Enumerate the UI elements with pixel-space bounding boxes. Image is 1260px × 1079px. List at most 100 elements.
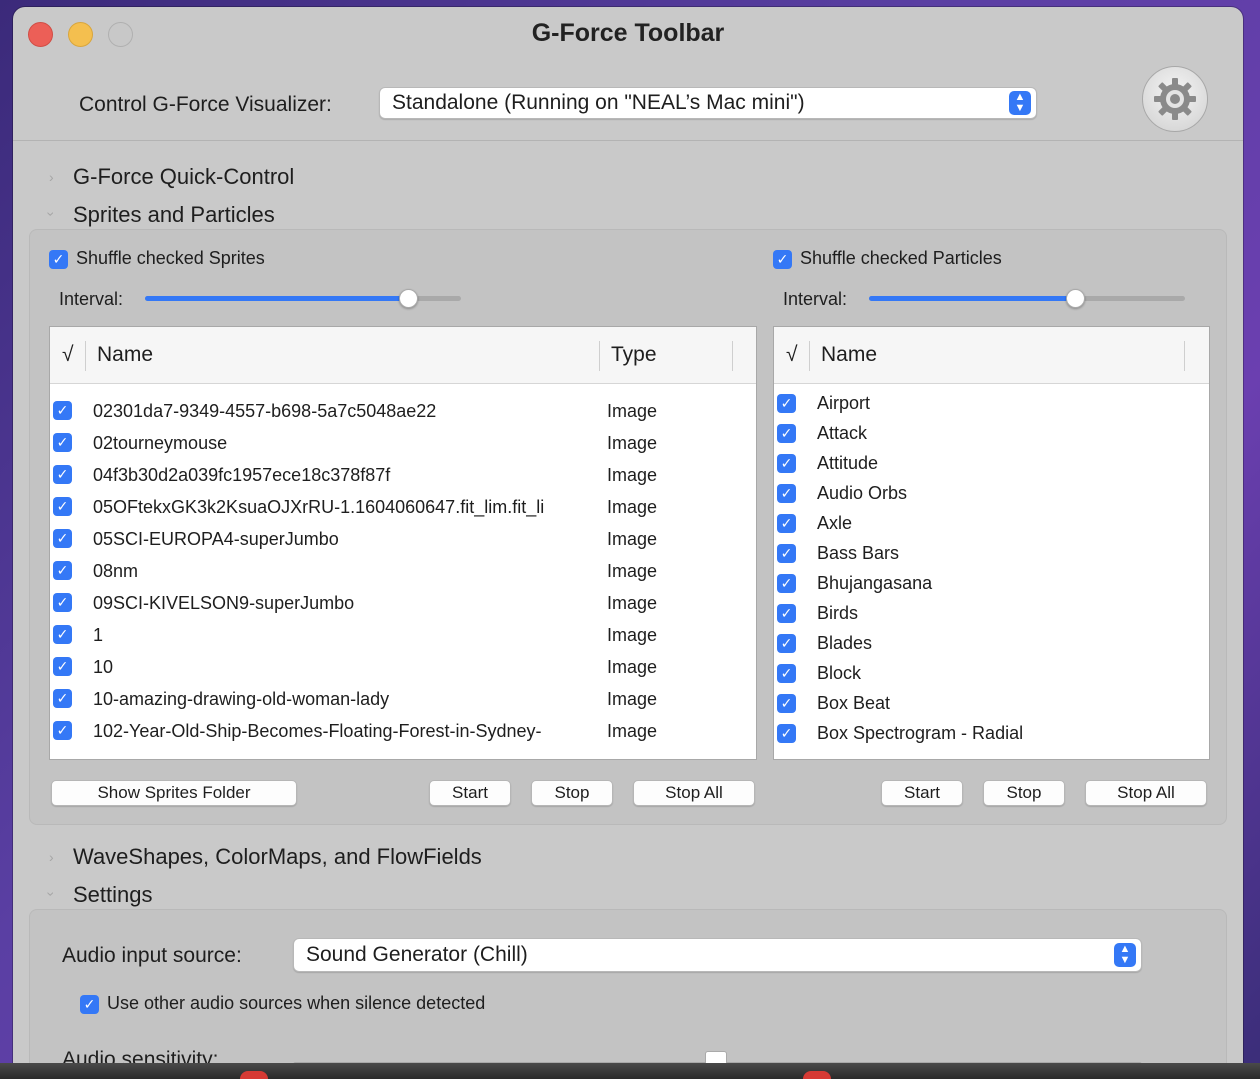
particles-interval-knob[interactable] — [1066, 289, 1085, 308]
column-divider — [732, 341, 733, 371]
dock-app-icon[interactable] — [803, 1071, 831, 1079]
particle-name: Audio Orbs — [817, 483, 908, 503]
preferences-gear-button[interactable] — [1142, 66, 1208, 132]
table-row[interactable]: ✓ 1 Image — [50, 619, 756, 651]
sprites-start-button[interactable]: Start — [429, 780, 511, 806]
table-row[interactable]: ✓ 09SCI-KIVELSON9-superJumbo Image — [50, 587, 756, 619]
row-checkbox[interactable]: ✓ — [53, 561, 72, 580]
chevron-right-icon[interactable]: › — [49, 169, 54, 185]
sprite-name: 102-Year-Old-Ship-Becomes-Floating-Fores… — [93, 721, 542, 741]
section-quick-control[interactable]: G-Force Quick-Control — [73, 164, 294, 190]
audio-input-select[interactable]: Sound Generator (Chill) ▲ ▼ — [293, 938, 1142, 972]
particles-table[interactable]: √ Name ✓ Airport ✓ Attack ✓ Attitude ✓ Audio Or… — [773, 326, 1210, 760]
row-checkbox[interactable]: ✓ — [53, 593, 72, 612]
row-checkbox[interactable]: ✓ — [777, 424, 796, 443]
list-item[interactable]: ✓ Attack — [774, 419, 1209, 449]
list-item[interactable]: ✓ Block — [774, 659, 1209, 689]
sprite-type: Image — [607, 529, 658, 549]
list-item[interactable]: ✓ Bhujangasana — [774, 569, 1209, 599]
row-checkbox[interactable]: ✓ — [777, 634, 796, 653]
table-row[interactable]: ✓ 04f3b30d2a039fc1957ece18c378f87f Image — [50, 459, 756, 491]
shuffle-particles-label: Shuffle checked Particles — [800, 248, 1002, 268]
row-checkbox[interactable]: ✓ — [53, 625, 72, 644]
sprites-stop-button[interactable]: Stop — [531, 780, 613, 806]
column-header-check[interactable]: √ — [786, 343, 798, 367]
row-checkbox[interactable]: ✓ — [53, 689, 72, 708]
table-row[interactable]: ✓ 08nm Image — [50, 555, 756, 587]
sprite-name: 10-amazing-drawing-old-woman-lady — [93, 689, 390, 709]
column-header-check[interactable]: √ — [62, 343, 74, 367]
column-header-name[interactable]: Name — [821, 343, 877, 367]
list-item[interactable]: ✓ Airport — [774, 389, 1209, 419]
sprites-interval-knob[interactable] — [399, 289, 418, 308]
table-row[interactable]: ✓ 05SCI-EUROPA4-superJumbo Image — [50, 523, 756, 555]
list-item[interactable]: ✓ Audio Orbs — [774, 479, 1209, 509]
column-divider — [809, 341, 810, 371]
row-checkbox[interactable]: ✓ — [53, 497, 72, 516]
table-row[interactable]: ✓ 05OFtekxGK3k2KsuaOJXrRU-1.1604060647.fi… — [50, 491, 756, 523]
sprites-stop-all-button[interactable]: Stop All — [633, 780, 755, 806]
row-checkbox[interactable]: ✓ — [53, 401, 72, 420]
particle-name: Blades — [817, 633, 873, 653]
table-row[interactable]: ✓ 10 Image — [50, 651, 756, 683]
list-item[interactable]: ✓ Birds — [774, 599, 1209, 629]
row-checkbox[interactable]: ✓ — [777, 544, 796, 563]
column-header-name[interactable]: Name — [97, 343, 153, 367]
particles-start-button[interactable]: Start — [881, 780, 963, 806]
shuffle-sprites-checkbox[interactable]: ✓ Shuffle checked Sprites — [49, 248, 265, 269]
particle-name: Axle — [817, 513, 853, 533]
particle-name: Birds — [817, 603, 859, 623]
row-checkbox[interactable]: ✓ — [53, 657, 72, 676]
row-checkbox[interactable]: ✓ — [53, 433, 72, 452]
row-checkbox[interactable]: ✓ — [53, 529, 72, 548]
table-row[interactable]: ✓ 02tourneymouse Image — [50, 427, 756, 459]
section-sprites-particles[interactable]: Sprites and Particles — [73, 202, 275, 228]
table-row[interactable]: ✓ 02301da7-9349-4557-b698-5a7c5048ae22 Ima… — [50, 395, 756, 427]
chevron-down-icon[interactable]: › — [43, 212, 59, 217]
row-checkbox[interactable]: ✓ — [53, 721, 72, 740]
control-visualizer-row: Control G-Force Visualizer: Standalone (… — [13, 87, 1243, 127]
list-item[interactable]: ✓ Axle — [774, 509, 1209, 539]
chevron-down-icon[interactable]: › — [43, 892, 59, 897]
list-item[interactable]: ✓ Blades — [774, 629, 1209, 659]
sprite-type: Image — [607, 593, 658, 613]
row-checkbox[interactable]: ✓ — [777, 724, 796, 743]
control-visualizer-select[interactable]: Standalone (Running on "NEAL’s Mac mini"… — [379, 87, 1037, 119]
row-checkbox[interactable]: ✓ — [53, 465, 72, 484]
table-row[interactable]: ✓ 10-amazing-drawing-old-woman-lady Image — [50, 683, 756, 715]
show-sprites-folder-button[interactable]: Show Sprites Folder — [51, 780, 297, 806]
dock-app-icon[interactable] — [240, 1071, 268, 1079]
chevron-right-icon[interactable]: › — [49, 849, 54, 865]
desktop-dock-edge — [0, 1063, 1260, 1079]
row-checkbox[interactable]: ✓ — [777, 664, 796, 683]
list-item[interactable]: ✓ Box Beat — [774, 689, 1209, 719]
chevron-updown-icon: ▲ ▼ — [1114, 943, 1136, 967]
sprites-table[interactable]: √ Name Type ✓ 02301da7-9349-4557-b698-5a7… — [49, 326, 757, 760]
list-item[interactable]: ✓ Bass Bars — [774, 539, 1209, 569]
table-row[interactable]: ✓ 102-Year-Old-Ship-Becomes-Floating-Fore… — [50, 715, 756, 747]
silence-fallback-checkbox[interactable]: ✓ Use other audio sources when silence de… — [80, 993, 485, 1014]
row-checkbox[interactable]: ✓ — [777, 394, 796, 413]
shuffle-particles-checkbox[interactable]: ✓ Shuffle checked Particles — [773, 248, 1002, 269]
row-checkbox[interactable]: ✓ — [777, 694, 796, 713]
section-waveshapes[interactable]: WaveShapes, ColorMaps, and FlowFields — [73, 844, 482, 870]
particle-name: Bass Bars — [817, 543, 900, 563]
particles-interval-slider[interactable] — [869, 289, 1185, 308]
sprite-name: 09SCI-KIVELSON9-superJumbo — [93, 593, 355, 613]
particles-stop-button[interactable]: Stop — [983, 780, 1065, 806]
list-item[interactable]: ✓ Box Spectrogram - Radial — [774, 719, 1209, 749]
row-checkbox[interactable]: ✓ — [777, 604, 796, 623]
particles-stop-all-button[interactable]: Stop All — [1085, 780, 1207, 806]
column-header-type[interactable]: Type — [611, 343, 657, 367]
row-checkbox[interactable]: ✓ — [777, 574, 796, 593]
g-force-toolbar-window: G-Force Toolbar Control G-Force Visualiz… — [13, 7, 1243, 1079]
particle-name: Airport — [817, 393, 871, 413]
sprite-name: 02tourneymouse — [93, 433, 228, 453]
section-settings[interactable]: Settings — [73, 882, 153, 908]
particle-name: Attack — [817, 423, 868, 443]
row-checkbox[interactable]: ✓ — [777, 454, 796, 473]
row-checkbox[interactable]: ✓ — [777, 514, 796, 533]
list-item[interactable]: ✓ Attitude — [774, 449, 1209, 479]
row-checkbox[interactable]: ✓ — [777, 484, 796, 503]
sprites-interval-slider[interactable] — [145, 289, 461, 308]
